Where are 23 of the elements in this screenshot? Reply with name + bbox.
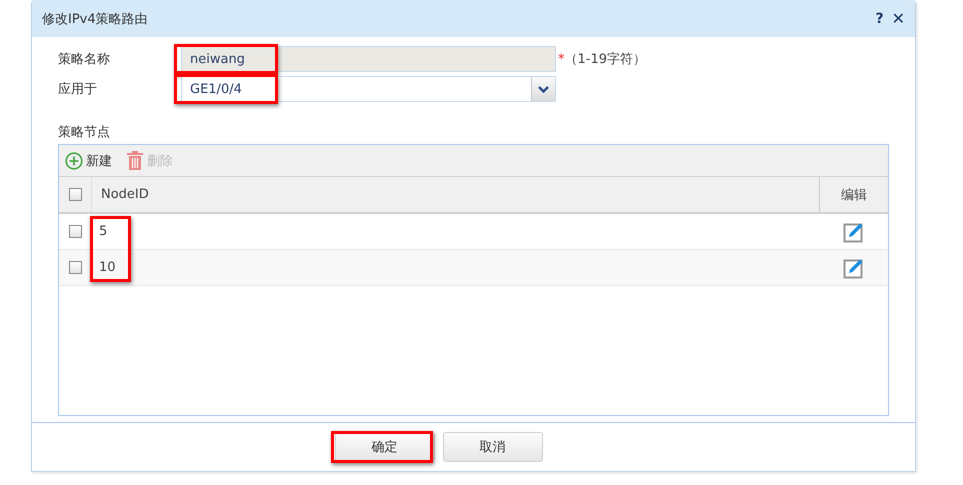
close-button[interactable]: ✕: [892, 9, 905, 28]
edit-icon[interactable]: [843, 220, 865, 242]
new-button[interactable]: 新建: [65, 152, 112, 170]
cancel-button[interactable]: 取消: [442, 432, 542, 462]
node-id: 10: [99, 260, 116, 275]
dropdown-button[interactable]: [531, 77, 555, 101]
window-title: 修改IPv4策略路由: [42, 10, 148, 28]
checkbox[interactable]: [68, 188, 82, 201]
hint-text: （1-19字符）: [564, 51, 646, 68]
checkbox[interactable]: [68, 225, 82, 238]
column-header: 编辑: [819, 177, 888, 212]
checkbox[interactable]: [68, 261, 82, 274]
field-label: 应用于: [58, 81, 98, 98]
required-mark: *: [558, 52, 564, 66]
field-label: 策略名称: [58, 51, 111, 68]
chevron-down-icon: [538, 86, 549, 92]
column-header: NodeID: [100, 186, 150, 204]
trash-icon: [126, 150, 144, 170]
node-id: 5: [99, 224, 108, 239]
help-button[interactable]: ?: [875, 10, 884, 26]
section-title: 策略节点: [58, 124, 111, 142]
edit-icon[interactable]: [843, 256, 865, 278]
plus-circle-icon: [65, 152, 83, 170]
